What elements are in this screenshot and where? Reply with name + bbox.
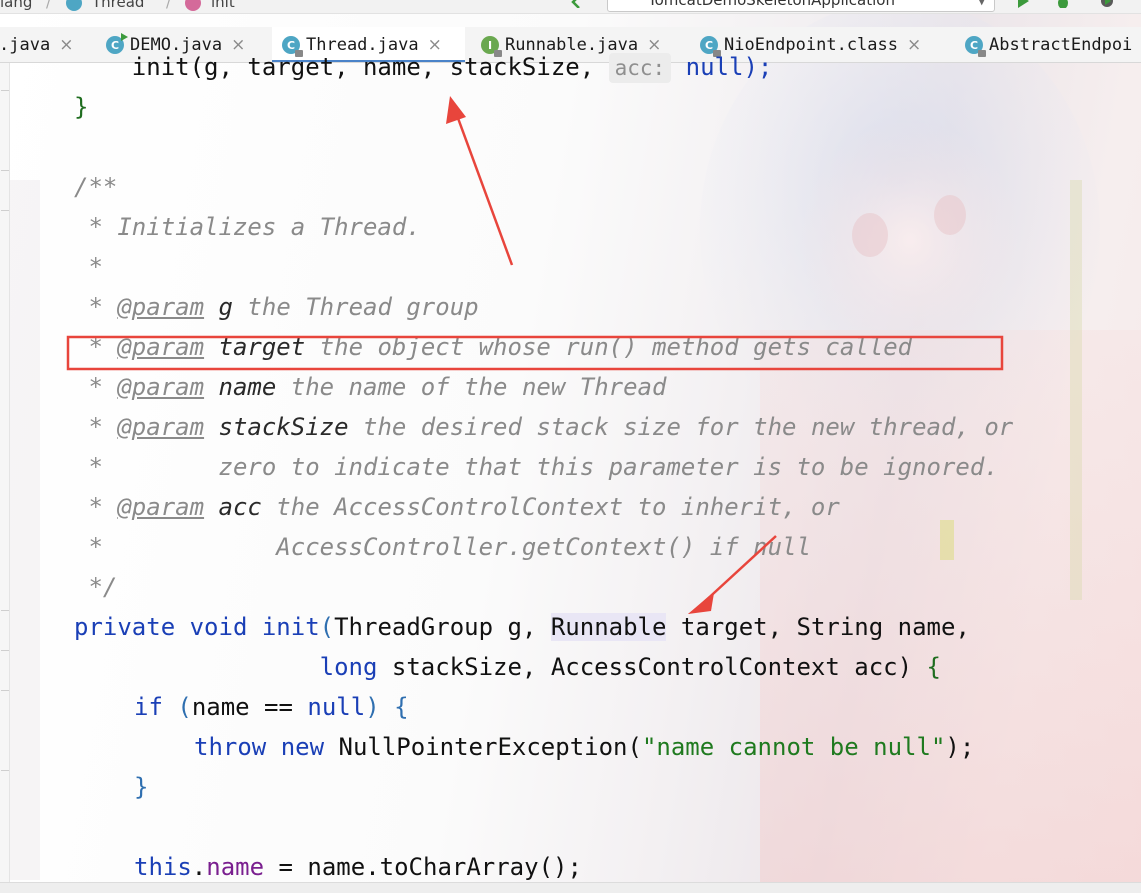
breadcrumb-separator: /	[46, 0, 52, 11]
javadoc-param-line: * @param name the name of the new Thread	[74, 373, 667, 401]
method-signature-line: long stackSize, AccessControlContext acc…	[319, 653, 941, 681]
run-configuration-select[interactable]: TomcatDemoSkeletonApplication ▼	[607, 0, 995, 12]
code-line: init(g, target, name, stackSize, acc: nu…	[74, 53, 773, 83]
coverage-icon[interactable]	[1100, 0, 1114, 8]
javadoc-line: * AccessController.getContext() if null	[74, 533, 811, 561]
code-line: this.name = name.toCharArray();	[134, 853, 582, 881]
javadoc-line: * zero to indicate that this parameter i…	[74, 453, 999, 481]
parameter-hint: acc:	[608, 53, 672, 83]
horizontal-scrollbar[interactable]	[0, 882, 1141, 893]
javadoc-param-target-line: * @param target the object whose run() m…	[74, 333, 913, 361]
class-icon	[66, 0, 82, 11]
runnable-type-highlight[interactable]: Runnable	[550, 613, 667, 641]
breadcrumb-separator: /	[166, 0, 172, 11]
javadoc-param-line: * @param acc the AccessControlContext to…	[74, 493, 840, 521]
run-icon[interactable]	[1016, 0, 1030, 8]
javadoc-line: */	[74, 573, 118, 601]
method-signature-line: private void init(ThreadGroup g, Runnabl…	[74, 613, 970, 641]
method-icon	[185, 0, 201, 11]
breadcrumb-item[interactable]: lang	[0, 0, 32, 11]
javadoc-line: * Initializes a Thread.	[74, 213, 421, 241]
javadoc-param-line: * @param stackSize the desired stack siz…	[74, 413, 1014, 441]
code-line: }	[134, 773, 149, 801]
code-line: if (name == null) {	[134, 693, 409, 721]
code-editor[interactable]: init(g, target, name, stackSize, acc: nu…	[0, 47, 1141, 893]
javadoc-param-line: * @param g the Thread group	[74, 293, 479, 321]
code-line: throw new NullPointerException("name can…	[194, 733, 975, 761]
javadoc-line: *	[74, 253, 103, 281]
back-arrow-icon[interactable]	[570, 0, 584, 8]
breadcrumb-item[interactable]: init	[211, 0, 235, 11]
javadoc-line: /**	[74, 173, 118, 201]
breadcrumb-item[interactable]: Thread	[92, 0, 144, 11]
debug-icon[interactable]	[1056, 0, 1070, 8]
chevron-down-icon: ▼	[977, 0, 986, 7]
code-line: }	[74, 93, 89, 121]
navigation-toolbar: lang / Thread / init TomcatDemoSkeletonA…	[0, 0, 1141, 14]
